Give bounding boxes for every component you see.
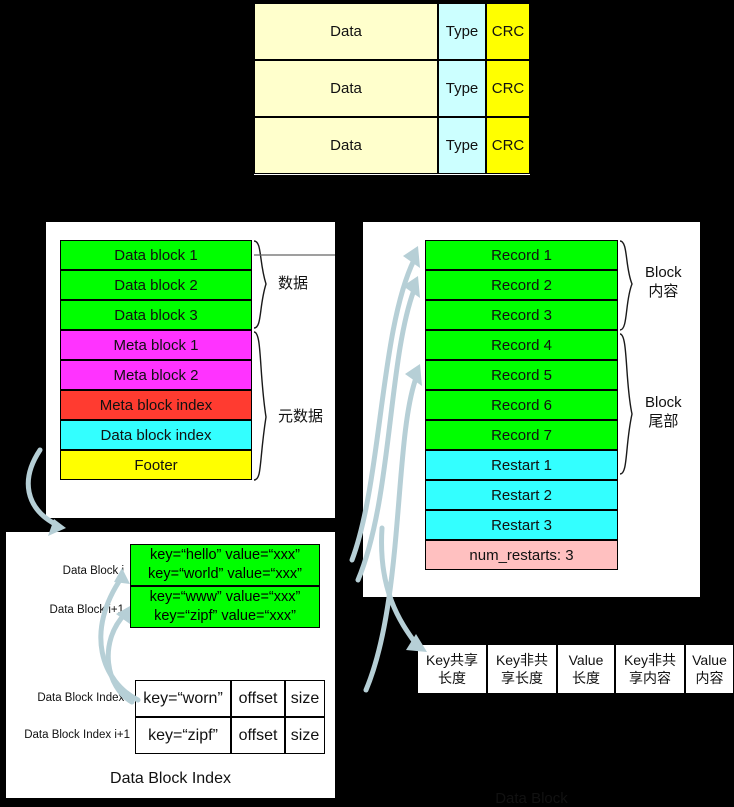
table-row: Data Type CRC bbox=[254, 117, 530, 174]
record-type-cell: Type bbox=[438, 60, 486, 117]
record-crc-cell: CRC bbox=[486, 117, 530, 174]
datablock-brace-label-content: Block 内容 bbox=[645, 264, 682, 302]
datablock-brace-label-tail: Block 尾部 bbox=[645, 394, 682, 432]
entry-line2: 内容 bbox=[695, 670, 724, 686]
entry-value-content: Value 内容 bbox=[685, 644, 734, 694]
sstable-brace-label-data: 数据 bbox=[278, 275, 309, 292]
entry-line1: Key非共 bbox=[623, 651, 677, 668]
entry-line2: 长度 bbox=[438, 670, 466, 686]
datablock-index-caption: Data Block Index bbox=[110, 770, 231, 787]
record-type-cell: Type bbox=[438, 3, 486, 60]
brace-content-line1: Block bbox=[645, 264, 682, 281]
wal-record-table: Data Type CRC Data Type CRC Data Type CR… bbox=[254, 3, 530, 175]
datablock-caption: Data Block bbox=[495, 790, 568, 807]
entry-line2: 享内容 bbox=[629, 670, 671, 686]
entry-line1: Key共享 bbox=[425, 651, 479, 668]
table-row: Data Type CRC bbox=[254, 60, 530, 117]
dbindex-arrows bbox=[98, 568, 141, 705]
record-data-cell: Data bbox=[254, 60, 438, 117]
sstable-layout-panel: Data block 1 Data block 2 Data block 3 M… bbox=[46, 222, 335, 727]
entry-value-length: Value 长度 bbox=[557, 644, 615, 694]
entry-line2: 长度 bbox=[572, 670, 600, 686]
entry-key-nonshared-content: Key非共享内容 bbox=[615, 644, 685, 694]
brace-tail-line1: Block bbox=[645, 394, 682, 411]
brace-content-line2: 内容 bbox=[648, 282, 679, 300]
record-type-cell: Type bbox=[438, 117, 486, 174]
record-crc-cell: CRC bbox=[486, 3, 530, 60]
entry-line1: Value bbox=[692, 651, 727, 668]
entry-line1: Key非共 bbox=[495, 651, 549, 668]
record-entry-format: Key共享长度 Key非共享长度 Value 长度 Key非共享内容 Value 内… bbox=[417, 644, 734, 694]
datablock-layout-panel: Record 1 Record 2 Record 3 Record 4 Reco… bbox=[363, 222, 700, 807]
entry-line2: 享长度 bbox=[501, 670, 543, 686]
sstable-braces bbox=[253, 240, 335, 481]
record-crc-cell: CRC bbox=[486, 60, 530, 117]
record-data-cell: Data bbox=[254, 117, 438, 174]
brace-tail-line2: 尾部 bbox=[648, 412, 679, 430]
entry-key-nonshared-length: Key非共享长度 bbox=[487, 644, 557, 694]
datablock-index-panel: key=“hello” value=“xxx” key=“world” valu… bbox=[6, 532, 335, 798]
entry-key-shared-length: Key共享长度 bbox=[417, 644, 487, 694]
entry-line1: Value bbox=[568, 651, 604, 668]
record-data-cell: Data bbox=[254, 3, 438, 60]
sstable-brace-label-meta: 元数据 bbox=[278, 408, 324, 425]
table-row: Data Type CRC bbox=[254, 3, 530, 60]
